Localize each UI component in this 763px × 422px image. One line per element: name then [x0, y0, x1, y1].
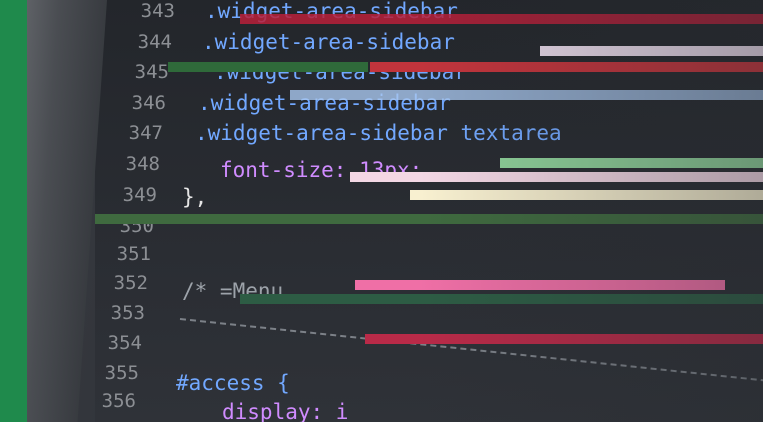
code-line: display: i — [222, 400, 349, 422]
line-number: 355 — [104, 362, 139, 384]
line-number: 344 — [137, 31, 172, 53]
line-number: 345 — [134, 61, 169, 83]
code-photo: 343 344 345 346 347 348 349 350 351 352 … — [0, 0, 763, 422]
line-number: 354 — [107, 332, 142, 354]
code-line: .widget-area-sidebar — [202, 30, 455, 54]
line-number: 349 — [122, 184, 157, 206]
line-number: 352 — [113, 272, 148, 294]
line-number: 343 — [140, 0, 175, 22]
line-number: 348 — [125, 153, 160, 175]
screen-glare — [420, 0, 763, 422]
code-line: #access { — [176, 371, 290, 395]
line-number: 346 — [131, 92, 166, 114]
code-line: }, — [182, 185, 208, 209]
line-number: 351 — [116, 243, 151, 265]
line-number: 353 — [110, 302, 145, 324]
line-number: 347 — [128, 122, 163, 144]
glitch-band — [168, 62, 368, 72]
line-number: 356 — [101, 390, 136, 412]
